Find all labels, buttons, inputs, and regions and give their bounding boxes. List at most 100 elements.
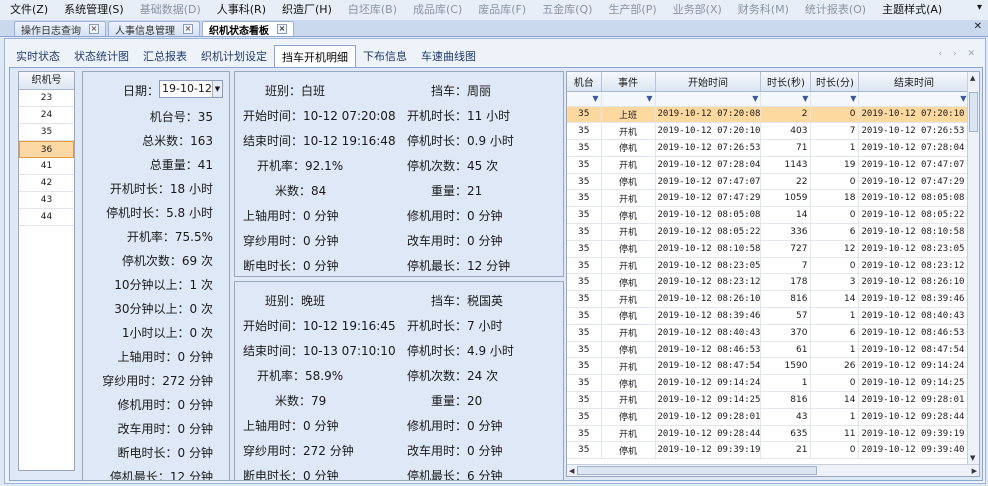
table-row[interactable]: 35 停机 2019-10-12 08:46:53 61 1 2019-10-12 08:… [567,341,970,359]
menu-item[interactable]: 生产部(P) [600,0,664,20]
funnel-icon[interactable]: ▼ [567,91,602,107]
table-cell: 1 [760,374,812,393]
summary-value: 停机时长：5.8 小时 [106,206,213,220]
close-document-icon[interactable]: ✕ [974,21,982,32]
table-cell: 22 [760,173,812,191]
menu-item[interactable]: 财务科(M) [730,0,797,20]
machine-list-item[interactable]: 42 [19,175,74,192]
machine-list-item[interactable]: 23 [19,90,74,107]
table-row[interactable]: 35 开机 2019-10-12 08:23:05 7 0 2019-10-12 08:2… [567,257,970,275]
table-row[interactable]: 35 停机 2019-10-12 08:23:12 178 3 2019-10-12 08… [567,273,970,292]
close-icon[interactable]: × [183,24,193,34]
tab-scroll-icon[interactable]: ‹ › ✕ [939,49,979,59]
document-tab[interactable]: 人事信息管理 × [108,21,200,37]
machine-list-item[interactable]: 41 [19,158,74,175]
table-row[interactable]: 35 开机 2019-10-12 07:47:29 1059 18 2019-10-12 … [567,189,970,208]
table-row[interactable]: 35 开机 2019-10-12 08:05:22 336 6 2019-10-12 08… [567,223,970,241]
menu-overflow-icon[interactable]: ▾ [977,2,982,13]
shift-field: 上轴用时：0 分钟 [243,209,339,223]
table-row[interactable]: 35 停机 2019-10-12 08:05:08 14 0 2019-10-12 08:… [567,206,970,225]
close-icon[interactable]: × [277,24,287,34]
horizontal-scroll-thumb[interactable] [577,466,817,475]
shift-field: 修机用时：0 分钟 [407,209,503,223]
funnel-icon[interactable]: ▼ [810,91,860,107]
scroll-left-icon[interactable]: ◀ [569,467,574,475]
view-tab[interactable]: 汇总报表 [136,45,194,67]
column-header[interactable]: 事件 [601,72,656,92]
scroll-down-icon[interactable]: ▼ [970,454,975,462]
close-icon[interactable]: × [89,24,99,34]
menu-item[interactable]: 废品库(F) [470,0,534,20]
table-cell: 1 [810,139,860,157]
table-cell: 19 [810,156,860,174]
summary-panel: 日期： 19-10-12 ▼ 机台号：35 总米数：163 总重量：41 开机时长：18… [82,71,230,481]
view-tab[interactable]: 下布信息 [356,45,414,67]
table-row[interactable]: 35 开机 2019-10-12 09:28:44 635 11 2019-10-12 0… [567,425,970,443]
table-cell: 2019-10-12 08:05:08 [858,189,970,208]
machine-list-item[interactable]: 44 [19,209,74,226]
table-row[interactable]: 35 开机 2019-10-12 07:28:04 1143 19 2019-10-12 … [567,156,970,174]
funnel-icon[interactable]: ▼ [858,91,970,107]
table-row[interactable]: 35 开机 2019-10-12 09:14:25 816 14 2019-10-12 0… [567,391,970,409]
horizontal-scrollbar[interactable]: ◀ ▶ [567,464,979,476]
machine-list-item[interactable]: 24 [19,107,74,124]
menu-item[interactable]: 主题样式(A) [874,0,950,20]
view-tab[interactable]: 挡车开机明细 [274,45,356,67]
menu-item[interactable]: 白坯库(B) [340,0,405,20]
table-row[interactable]: 35 停机 2019-10-12 08:10:58 727 12 2019-10-12 0… [567,240,970,258]
view-tab[interactable]: 车速曲线图 [414,45,483,67]
shift-field: 开机率：58.9% [257,369,344,383]
table-cell: 26 [810,357,860,376]
vertical-scroll-thumb[interactable] [969,92,978,132]
table-cell: 开机 [601,357,656,376]
table-cell: 2019-10-12 08:47:54 [858,341,970,359]
table-row[interactable]: 35 上班 2019-10-12 07:20:08 2 0 2019-10-12 07:2… [567,106,970,124]
table-row[interactable]: 35 开机 2019-10-12 08:40:43 370 6 2019-10-12 08… [567,324,970,342]
scroll-up-icon[interactable]: ▲ [970,74,975,82]
table-cell: 35 [567,156,602,174]
table-row[interactable]: 35 停机 2019-10-12 07:26:53 71 1 2019-10-12 07:… [567,139,970,157]
table-cell: 停机 [601,139,656,157]
table-row[interactable]: 35 停机 2019-10-12 09:28:01 43 1 2019-10-12 09:… [567,408,970,426]
funnel-icon[interactable]: ▼ [601,91,656,107]
table-cell: 开机 [601,324,656,342]
funnel-icon[interactable]: ▼ [760,91,812,107]
view-tab[interactable]: 实时状态 [9,45,67,67]
table-cell: 816 [760,391,812,409]
menu-item[interactable]: 成品库(C) [405,0,470,20]
table-row[interactable]: 35 停机 2019-10-12 07:47:07 22 0 2019-10-12 07:… [567,173,970,191]
machine-list-item[interactable]: 35 [19,124,74,141]
table-row[interactable]: 35 停机 2019-10-12 08:39:46 57 1 2019-10-12 08:… [567,307,970,325]
machine-list-item[interactable]: 43 [19,192,74,209]
table-cell: 2019-10-12 07:28:04 [655,156,762,174]
table-row[interactable]: 35 停机 2019-10-12 09:39:19 21 0 2019-10-12 09:… [567,441,970,460]
table-row[interactable]: 35 开机 2019-10-12 08:47:54 1590 26 2019-10-12 … [567,357,970,376]
document-tab[interactable]: 操作日志查询 × [14,21,106,37]
menu-item[interactable]: 统计报表(O) [797,0,874,20]
machine-list-item[interactable]: 36 [19,141,74,158]
table-row[interactable]: 35 开机 2019-10-12 08:26:10 816 14 2019-10-12 0… [567,290,970,309]
vertical-scrollbar[interactable]: ▲ ▼ [967,72,979,464]
view-tab[interactable]: 状态统计图 [67,45,136,67]
column-header[interactable]: 时长(秒) [760,72,812,92]
table-row[interactable]: 35 开机 2019-10-12 07:20:10 403 7 2019-10-12 07… [567,122,970,141]
scroll-right-icon[interactable]: ▶ [972,467,977,475]
menu-item[interactable]: 系统管理(S) [56,0,132,20]
column-header[interactable]: 时长(分) [810,72,860,92]
menu-item[interactable]: 五金库(Q) [534,0,600,20]
column-header[interactable]: 开始时间 [655,72,762,92]
date-picker[interactable]: 19-10-12 ▼ [159,80,223,98]
menu-item[interactable]: 基础数据(D) [132,0,209,20]
menu-item[interactable]: 业务部(X) [665,0,730,20]
funnel-icon[interactable]: ▼ [655,91,762,107]
view-tab[interactable]: 织机计划设定 [194,45,274,67]
chevron-down-icon[interactable]: ▼ [212,81,222,97]
menu-item[interactable]: 人事科(R) [209,0,274,20]
menu-item[interactable]: 文件(Z) [2,0,56,20]
document-tabs: 操作日志查询 × 人事信息管理 × 织机状态看板 × [0,20,988,37]
document-tab[interactable]: 织机状态看板 × [202,21,294,37]
column-header[interactable]: 结束时间 [858,72,970,92]
column-header[interactable]: 机台 [567,72,602,92]
menu-item[interactable]: 织造厂(H) [274,0,340,20]
table-row[interactable]: 35 停机 2019-10-12 09:14:24 1 0 2019-10-12 09:1… [567,374,970,393]
